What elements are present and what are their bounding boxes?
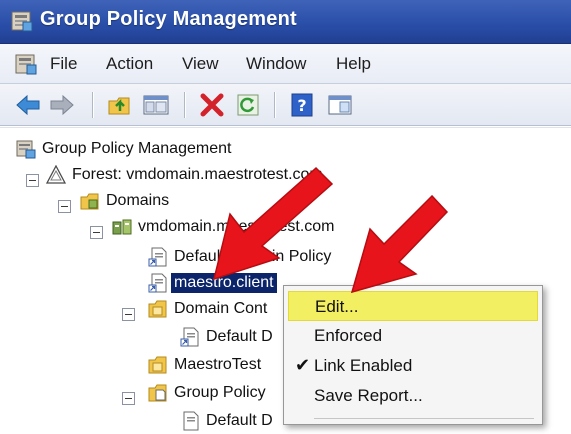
context-menu-label: Link Enabled	[314, 356, 413, 375]
forward-button[interactable]	[48, 91, 76, 119]
gpm-window: Group Policy Management File Action View…	[0, 0, 571, 431]
tree-node-domain[interactable]: vmdomain.maestrotest.com	[112, 214, 335, 240]
collapse-domains-toggle[interactable]	[58, 200, 71, 213]
gpo-link-icon	[148, 247, 167, 267]
collapse-domain-controllers-toggle[interactable]	[122, 308, 135, 321]
collapse-gpo-folder-toggle[interactable]	[122, 392, 135, 405]
menu-view[interactable]: View	[182, 54, 219, 74]
properties-icon	[328, 95, 352, 115]
delete-icon	[200, 93, 224, 117]
tree-node-maestro-client[interactable]: maestro.client	[148, 270, 277, 296]
show-hide-tree-button[interactable]	[142, 91, 170, 119]
domains-folder-icon	[80, 193, 99, 210]
tree-node-group-policy-objects[interactable]: Group Policy	[148, 380, 266, 406]
up-folder-icon	[108, 97, 130, 115]
menu-window[interactable]: Window	[246, 54, 306, 74]
tree-node-label: Default Domain Policy	[174, 248, 332, 265]
gpo-link-icon	[180, 327, 199, 347]
tree-node-maestrotest[interactable]: MaestroTest	[148, 352, 261, 378]
context-menu-separator	[314, 418, 534, 419]
ou-folder-icon	[148, 356, 167, 374]
help-button[interactable]: ?	[288, 91, 316, 119]
tree-node-domain-controllers[interactable]: Domain Cont	[148, 296, 267, 322]
tree-node-label: Forest: vmdomain.maestrotest.com	[72, 166, 323, 183]
tree-node-gpm-root[interactable]: Group Policy Management	[16, 136, 231, 162]
context-menu-save-report[interactable]: Save Report...	[288, 381, 538, 411]
toolbar-separator	[184, 92, 185, 118]
refresh-icon	[237, 94, 259, 116]
menu-action[interactable]: Action	[106, 54, 153, 74]
toolbar-separator	[274, 92, 275, 118]
up-folder-button[interactable]	[106, 91, 134, 119]
tree-node-label: Domain Cont	[174, 300, 268, 317]
tree-node-default-gpo[interactable]: Default D	[180, 408, 273, 434]
tree-node-forest[interactable]: Forest: vmdomain.maestrotest.com	[46, 162, 323, 188]
tree-node-label: Default D	[206, 328, 273, 345]
context-menu-label: Edit...	[315, 297, 359, 316]
delete-button[interactable]	[198, 91, 226, 119]
title-bar[interactable]: Group Policy Management	[0, 0, 571, 44]
tree-node-default-dc-policy[interactable]: Default D	[180, 324, 273, 350]
menu-file[interactable]: File	[50, 54, 77, 74]
toolbar: ?	[0, 84, 571, 126]
gpm-app-icon	[11, 11, 33, 32]
show-hide-tree-icon	[143, 95, 169, 115]
help-icon: ?	[291, 93, 313, 117]
forward-icon	[50, 94, 74, 116]
tree-node-label: MaestroTest	[174, 356, 262, 373]
gpo-folder-icon	[148, 384, 167, 402]
domain-icon	[112, 219, 132, 235]
ou-folder-icon	[148, 300, 167, 318]
menu-help[interactable]: Help	[336, 54, 371, 74]
gpo-icon	[183, 411, 199, 431]
tree-node-label: Domains	[106, 192, 170, 209]
context-menu-label: Enforced	[314, 326, 383, 345]
properties-button[interactable]	[326, 91, 354, 119]
gpo-link-icon	[148, 273, 167, 293]
svg-text:?: ?	[297, 96, 306, 115]
tree-node-label: maestro.client	[171, 273, 277, 293]
menu-bar: File Action View Window Help	[0, 44, 571, 84]
toolbar-separator	[92, 92, 93, 118]
tree-node-label: Group Policy Management	[42, 140, 232, 157]
checkmark-icon: ✔	[295, 355, 311, 375]
back-button[interactable]	[14, 91, 42, 119]
context-menu-label: Save Report...	[314, 386, 423, 405]
system-menu-icon[interactable]	[14, 52, 38, 76]
gpm-console-icon	[16, 140, 36, 159]
tree-node-label: Default D	[206, 412, 273, 429]
collapse-forest-toggle[interactable]	[26, 174, 39, 187]
refresh-button[interactable]	[234, 91, 262, 119]
tree-node-label: vmdomain.maestrotest.com	[138, 218, 335, 235]
context-menu-enforced[interactable]: Enforced	[288, 321, 538, 351]
tree-node-label: Group Policy	[174, 384, 266, 401]
context-menu-link-enabled[interactable]: ✔ Link Enabled	[288, 351, 538, 381]
collapse-domain-toggle[interactable]	[90, 226, 103, 239]
tree-node-default-domain-policy[interactable]: Default Domain Policy	[148, 244, 331, 270]
back-icon	[16, 94, 40, 116]
tree-node-domains[interactable]: Domains	[80, 188, 169, 214]
context-menu: Edit... Enforced ✔ Link Enabled Save Rep…	[283, 285, 543, 425]
context-menu-edit[interactable]: Edit...	[288, 291, 538, 321]
window-title: Group Policy Management	[40, 8, 297, 30]
forest-icon	[46, 165, 66, 184]
